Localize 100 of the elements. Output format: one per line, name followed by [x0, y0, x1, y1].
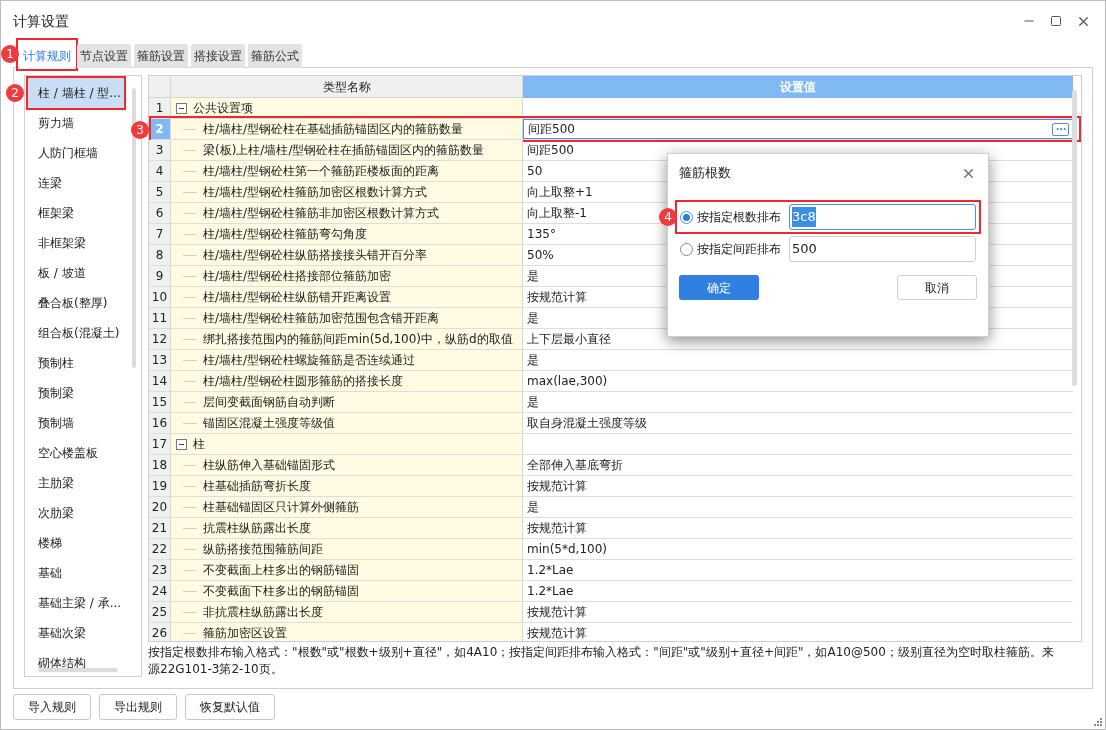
hint-text: 按指定根数排布输入格式："根数"或"根数+级别+直径"，如4A10；按指定间距排布输入格式："间距"或"级别+直径+间距"，如A10@500；级别直径为空时取柱箍筋。来源22G101-3第2-10页。: [148, 644, 1055, 678]
row-number: 11: [149, 308, 171, 328]
table-cell-text: 是: [527, 310, 539, 327]
footer-button[interactable]: 导出规则: [99, 694, 177, 720]
column-header: 设置值: [523, 76, 1073, 98]
table-cell-text: min(5*d,100): [527, 541, 607, 558]
table-cell-text: 上下层最小直径: [527, 331, 611, 348]
row-number: 9: [149, 266, 171, 286]
resize-grip-icon: [1094, 718, 1102, 726]
table-cell-text: 全部伸入基底弯折: [527, 457, 623, 474]
sidebar-item[interactable]: 基础: [28, 558, 124, 588]
sidebar-item[interactable]: 板 / 坡道: [28, 258, 124, 288]
value-field[interactable]: 间距500: [523, 119, 1073, 139]
sidebar-item[interactable]: 空心楼盖板: [28, 438, 124, 468]
tab[interactable]: 节点设置: [77, 44, 131, 68]
group-name: 公共设置项: [193, 100, 253, 117]
table-cell-text: 柱基础插筋弯折长度: [203, 478, 311, 495]
sidebar-item[interactable]: 楼梯: [28, 528, 124, 558]
scrollbar[interactable]: [38, 668, 118, 672]
sidebar-item[interactable]: 组合板(混凝土): [28, 318, 124, 348]
table-cell-text: 柱/墙柱/型钢砼柱圆形箍筋的搭接长度: [203, 373, 404, 390]
table-cell-text: 按规范计算: [527, 604, 587, 621]
table-cell-text: 柱/墙柱/型钢砼柱纵筋错开距离设置: [203, 289, 392, 306]
table-cell-text: 柱/墙柱/型钢砼柱第一个箍筋距楼板面的距离: [203, 163, 440, 180]
sidebar-item[interactable]: 次肋梁: [28, 498, 124, 528]
row-number: 10: [149, 287, 171, 307]
callout-badge: 2: [6, 84, 24, 102]
collapse-icon[interactable]: [176, 102, 187, 114]
sidebar-item[interactable]: 基础主梁 / 承...: [28, 588, 124, 618]
row-number: 16: [149, 413, 171, 433]
table-cell-text: 柱/墙柱/型钢砼柱箍筋加密区根数计算方式: [203, 184, 428, 201]
callout-badge: 1: [1, 45, 19, 63]
more-button[interactable]: [1052, 122, 1069, 136]
table-cell-text: 50: [527, 163, 543, 180]
table-cell-text: 柱/墙柱/型钢砼柱箍筋加密范围包含错开距离: [203, 310, 440, 327]
tab[interactable]: 箍筋公式: [248, 44, 302, 68]
tab[interactable]: 搭接设置: [191, 44, 245, 68]
sidebar-item[interactable]: 预制柱: [28, 348, 124, 378]
radio-button[interactable]: [680, 242, 693, 256]
sidebar-item[interactable]: 预制梁: [28, 378, 124, 408]
row-number: 20: [149, 497, 171, 517]
row-number: 3: [149, 140, 171, 160]
sidebar-item[interactable]: 非框架梁: [28, 228, 124, 258]
radio-button[interactable]: [680, 210, 693, 224]
sidebar-item[interactable]: 主肋梁: [28, 468, 124, 498]
table-cell-text: 柱/墙柱/型钢砼柱箍筋弯勾角度: [203, 226, 368, 243]
table-cell-text: 柱/墙柱/型钢砼柱螺旋箍筋是否连续通过: [203, 352, 416, 369]
sidebar-item[interactable]: 剪力墙: [28, 108, 124, 138]
row-number: 1: [149, 98, 171, 118]
row-number: 22: [149, 539, 171, 559]
sidebar-item[interactable]: 连梁: [28, 168, 124, 198]
table-cell-text: 柱/墙柱/型钢砼柱搭接部位箍筋加密: [203, 268, 392, 285]
sidebar-item[interactable]: 砌体结构: [28, 648, 124, 668]
row-number: 14: [149, 371, 171, 391]
table-cell-text: 绑扎搭接范围内的箍筋间距min(5d,100)中，纵筋d的取值: [203, 331, 513, 348]
ok-button[interactable]: 确定: [679, 275, 759, 300]
maximize-icon[interactable]: [1050, 15, 1062, 27]
table-cell-text: 是: [527, 499, 539, 516]
row-number: 13: [149, 350, 171, 370]
row-number: 21: [149, 518, 171, 538]
input-field[interactable]: 500: [789, 236, 976, 262]
cancel-button[interactable]: 取消: [897, 275, 977, 300]
table-cell-text: 是: [527, 268, 539, 285]
sidebar-item[interactable]: 柱 / 墙柱 / 型...: [28, 78, 124, 108]
table-cell-text: 按规范计算: [527, 520, 587, 537]
sidebar-item[interactable]: 叠合板(整厚): [28, 288, 124, 318]
table-cell-text: 按规范计算: [527, 478, 587, 495]
table-cell-text: 1.2*Lae: [527, 583, 574, 600]
table-cell-text: 取自身混凝土强度等级: [527, 415, 647, 432]
radio-label[interactable]: 按指定根数排布: [697, 208, 781, 226]
row-number: 2: [149, 119, 171, 139]
scrollbar[interactable]: [132, 88, 136, 368]
table-cell-text: 柱/墙柱/型钢砼柱纵筋搭接接头错开百分率: [203, 247, 428, 264]
table-cell-text: 是: [527, 394, 539, 411]
row-number: 23: [149, 560, 171, 580]
table-cell-text: 梁(板)上柱/墙柱/型钢砼柱在插筋锚固区内的箍筋数量: [203, 142, 485, 159]
sidebar-item[interactable]: 预制墙: [28, 408, 124, 438]
scrollbar[interactable]: [1072, 90, 1077, 386]
radio-label[interactable]: 按指定间距排布: [697, 240, 781, 258]
collapse-icon[interactable]: [176, 438, 187, 450]
row-number: 4: [149, 161, 171, 181]
row-number: 12: [149, 329, 171, 349]
table-cell-text: 柱基础锚固区只计算外侧箍筋: [203, 499, 359, 516]
table-cell-text: 箍筋加密区设置: [203, 625, 287, 641]
table-cell-text: 非抗震柱纵筋露出长度: [203, 604, 323, 621]
sidebar-item[interactable]: 人防门框墙: [28, 138, 124, 168]
table-cell-text: 不变截面上柱多出的钢筋锚固: [203, 562, 359, 579]
table-cell-text: 间距500: [527, 142, 574, 159]
footer-button[interactable]: 导入规则: [13, 694, 91, 720]
footer-button[interactable]: 恢复默认值: [185, 694, 275, 720]
table-cell-text: 抗震柱纵筋露出长度: [203, 520, 311, 537]
sidebar-item[interactable]: 框架梁: [28, 198, 124, 228]
table-cell-text: max(lae,300): [527, 373, 608, 390]
tab[interactable]: 箍筋设置: [134, 44, 188, 68]
table-cell-text: 向上取整-1: [527, 205, 587, 222]
row-number: 18: [149, 455, 171, 475]
table-cell-text: 按规范计算: [527, 625, 587, 641]
row-number: 15: [149, 392, 171, 412]
row-number: 6: [149, 203, 171, 223]
sidebar-item[interactable]: 基础次梁: [28, 618, 124, 648]
